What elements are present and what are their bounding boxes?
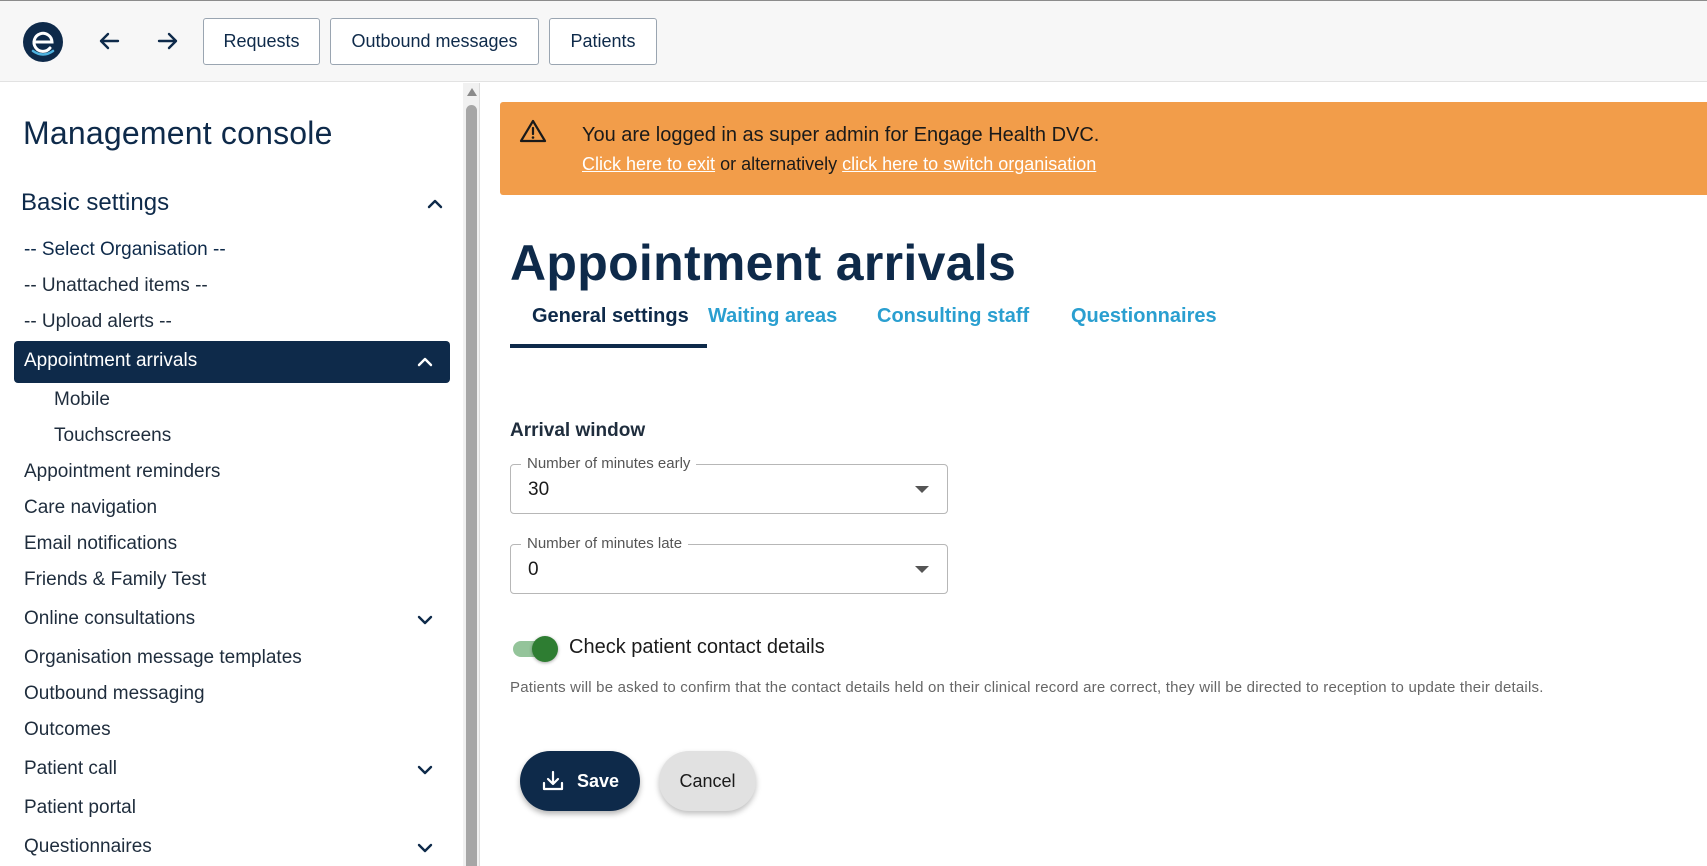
sidebar-item-upload-alerts[interactable]: -- Upload alerts -- xyxy=(24,311,172,333)
cancel-button[interactable]: Cancel xyxy=(659,751,756,811)
outbound-messages-button[interactable]: Outbound messages xyxy=(330,18,539,65)
sidebar-item-outcomes[interactable]: Outcomes xyxy=(24,719,111,741)
banner-links: Click here to exit or alternatively clic… xyxy=(582,154,1096,175)
scroll-up-arrow-icon[interactable] xyxy=(467,88,477,96)
toggle-knob xyxy=(532,636,558,662)
sidebar-item-questionnaires[interactable]: Questionnaires xyxy=(24,836,152,858)
banner-middle-text: or alternatively xyxy=(720,154,838,174)
chevron-down-icon[interactable] xyxy=(414,837,436,859)
sidebar-item-outbound-messaging[interactable]: Outbound messaging xyxy=(24,683,205,705)
sidebar-item-mobile[interactable]: Mobile xyxy=(54,389,110,411)
tab-general-settings[interactable]: General settings xyxy=(532,305,689,328)
minutes-late-select[interactable]: Number of minutes late 0 xyxy=(510,535,948,594)
forward-arrow-icon[interactable] xyxy=(153,26,183,56)
exit-link[interactable]: Click here to exit xyxy=(582,154,715,174)
minutes-early-select[interactable]: Number of minutes early 30 xyxy=(510,455,948,514)
sidebar-item-unattached-items[interactable]: -- Unattached items -- xyxy=(24,275,208,297)
sidebar-item-select-organisation[interactable]: -- Select Organisation -- xyxy=(24,239,226,261)
sidebar-item-online-consultations[interactable]: Online consultations xyxy=(24,608,195,630)
basic-settings-heading[interactable]: Basic settings xyxy=(21,189,169,217)
sidebar-item-appointment-reminders[interactable]: Appointment reminders xyxy=(24,461,220,483)
switch-organisation-link[interactable]: click here to switch organisation xyxy=(842,154,1096,174)
save-label: Save xyxy=(576,770,620,791)
main-content: You are logged in as super admin for Eng… xyxy=(481,83,1707,866)
chevron-down-icon[interactable] xyxy=(414,609,436,631)
download-icon xyxy=(541,770,565,792)
chevron-up-icon[interactable] xyxy=(414,351,436,373)
chevron-up-icon[interactable] xyxy=(424,193,446,215)
arrival-window-heading: Arrival window xyxy=(510,420,646,441)
console-title: Management console xyxy=(23,115,333,151)
minutes-late-value: 0 xyxy=(528,559,539,580)
scroll-thumb[interactable] xyxy=(466,105,477,866)
check-contact-label: Check patient contact details xyxy=(569,636,825,658)
page-title: Appointment arrivals xyxy=(510,235,1017,291)
warning-icon xyxy=(519,119,547,143)
tab-questionnaires[interactable]: Questionnaires xyxy=(1071,305,1217,328)
sidebar-item-appointment-arrivals[interactable]: Appointment arrivals xyxy=(14,341,450,383)
chevron-down-icon[interactable] xyxy=(414,759,436,781)
dropdown-caret-icon xyxy=(915,486,929,493)
banner-message: You are logged in as super admin for Eng… xyxy=(582,124,1100,146)
save-button[interactable]: Save xyxy=(520,751,640,811)
sidebar-item-label: Appointment arrivals xyxy=(24,350,198,371)
tab-waiting-areas[interactable]: Waiting areas xyxy=(708,305,837,328)
check-contact-helper-text: Patients will be asked to confirm that t… xyxy=(510,679,1544,696)
sidebar-item-patient-call[interactable]: Patient call xyxy=(24,758,117,780)
tab-consulting-staff[interactable]: Consulting staff xyxy=(877,305,1029,328)
top-bar: Requests Outbound messages Patients xyxy=(0,0,1707,82)
active-tab-indicator xyxy=(510,344,707,348)
super-admin-banner: You are logged in as super admin for Eng… xyxy=(500,102,1707,195)
sidebar-item-touchscreens[interactable]: Touchscreens xyxy=(54,425,171,447)
sidebar: Management console Basic settings -- Sel… xyxy=(0,83,463,866)
sidebar-item-care-navigation[interactable]: Care navigation xyxy=(24,497,157,519)
patients-button[interactable]: Patients xyxy=(549,18,657,65)
sidebar-item-email-notifications[interactable]: Email notifications xyxy=(24,533,177,555)
minutes-early-value: 30 xyxy=(528,479,550,500)
sidebar-scrollbar[interactable] xyxy=(463,83,480,866)
minutes-late-label: Number of minutes late xyxy=(521,535,689,552)
requests-button[interactable]: Requests xyxy=(203,18,320,65)
minutes-early-label: Number of minutes early xyxy=(521,455,697,472)
check-contact-toggle[interactable] xyxy=(511,636,558,662)
sidebar-item-organisation-message-templates[interactable]: Organisation message templates xyxy=(24,647,302,669)
back-arrow-icon[interactable] xyxy=(94,26,124,56)
sidebar-item-friends-family-test[interactable]: Friends & Family Test xyxy=(24,569,206,591)
engage-logo[interactable] xyxy=(23,22,63,62)
sidebar-item-patient-portal[interactable]: Patient portal xyxy=(24,797,136,819)
dropdown-caret-icon xyxy=(915,566,929,573)
